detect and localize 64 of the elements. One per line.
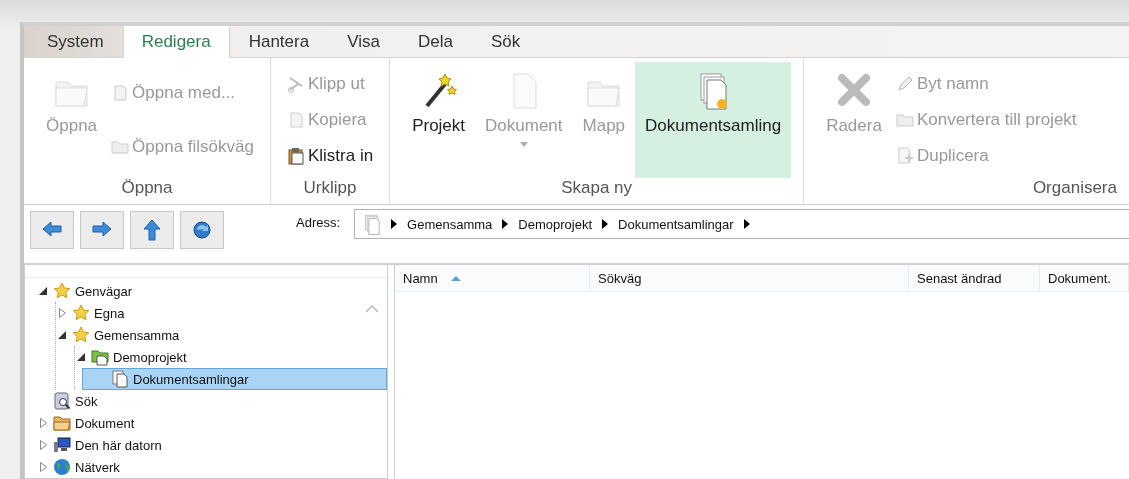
- project-folder-icon: [91, 348, 109, 366]
- tree-item[interactable]: Nätverk: [75, 459, 120, 475]
- ribbon-button[interactable]: Projekt: [402, 62, 476, 178]
- breadcrumb[interactable]: Dokumentsamlingar: [618, 216, 734, 232]
- nav-button[interactable]: [130, 211, 174, 249]
- sort-ascending-icon: [449, 274, 462, 282]
- breadcrumb-arrow-icon: [602, 219, 609, 229]
- tab[interactable]: Hantera: [229, 25, 329, 57]
- tab[interactable]: Sök: [471, 25, 540, 57]
- group-label: Organisera: [1031, 178, 1117, 198]
- up-arrow-icon: [140, 218, 164, 242]
- folder-icon: [895, 111, 914, 129]
- tree-item[interactable]: Den här datorn: [75, 437, 162, 453]
- tree-item[interactable]: Dokument: [75, 415, 135, 431]
- column-header[interactable]: Senast ändrad: [909, 265, 1040, 291]
- expanded-arrow-icon[interactable]: [39, 287, 47, 295]
- scroll-up-icon: [365, 305, 379, 313]
- breadcrumb-arrow-icon: [391, 219, 398, 229]
- clipboard-icon: [286, 147, 305, 165]
- expanded-arrow-icon[interactable]: [58, 331, 66, 339]
- tree-item[interactable]: Demoprojekt: [113, 349, 187, 365]
- document-stack-icon: [111, 370, 129, 388]
- column-header[interactable]: Sökväg: [590, 265, 909, 291]
- tree-item[interactable]: Genvägar: [75, 283, 133, 299]
- scissors-icon: [286, 75, 305, 93]
- tab[interactable]: Visa: [328, 25, 399, 57]
- group-label: Öppna: [120, 178, 174, 198]
- search-database-icon: [53, 392, 71, 410]
- tab[interactable]: System: [28, 25, 123, 57]
- globe-icon: [53, 458, 71, 476]
- ribbon-button[interactable]: Klistra in: [286, 146, 374, 166]
- address-bar[interactable]: Gemensamma Demoprojekt Dokumentsamlingar: [354, 209, 1129, 239]
- collapsed-arrow-icon[interactable]: [58, 308, 66, 318]
- group-label: Urklipp: [302, 178, 358, 198]
- tab[interactable]: Redigera: [122, 25, 230, 58]
- star-icon: [72, 304, 90, 322]
- collapsed-arrow-icon[interactable]: [39, 462, 47, 472]
- tab[interactable]: Dela: [398, 25, 472, 57]
- tree-item[interactable]: Gemensamma: [94, 327, 180, 343]
- folder-icon: [53, 414, 71, 432]
- pencil-icon: [895, 75, 914, 93]
- breadcrumb-arrow-icon: [743, 219, 750, 229]
- column-header[interactable]: Dokument.: [1040, 265, 1129, 291]
- nav-button[interactable]: [80, 211, 124, 249]
- computer-icon: [53, 436, 71, 454]
- nav-button[interactable]: [30, 211, 74, 249]
- refresh-icon: [190, 218, 214, 242]
- group-label: Skapa ny: [560, 178, 634, 198]
- document-plus-icon: [895, 147, 914, 165]
- breadcrumb-arrow-icon: [502, 219, 509, 229]
- collapsed-arrow-icon[interactable]: [39, 418, 47, 428]
- ribbon-button[interactable]: Dokumentsamling: [635, 62, 792, 178]
- address-label: Adress:: [296, 215, 341, 230]
- tree-item[interactable]: Sök: [75, 393, 98, 409]
- nav-button[interactable]: [180, 211, 224, 249]
- star-icon: [53, 282, 71, 300]
- breadcrumb[interactable]: Gemensamma: [407, 216, 493, 232]
- breadcrumb[interactable]: Demoprojekt: [518, 216, 593, 232]
- collapsed-arrow-icon[interactable]: [39, 440, 47, 450]
- star-icon: [72, 326, 90, 344]
- column-header[interactable]: Namn: [395, 265, 590, 291]
- folder-icon: [111, 138, 130, 156]
- tree-item[interactable]: Egna: [94, 305, 125, 321]
- expanded-arrow-icon[interactable]: [77, 353, 85, 361]
